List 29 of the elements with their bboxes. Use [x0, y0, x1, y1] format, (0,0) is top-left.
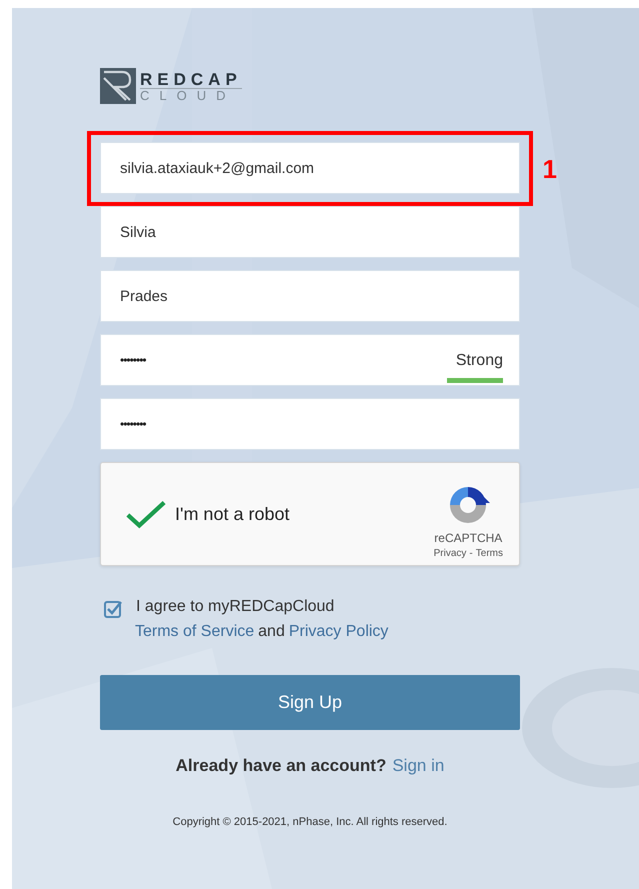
input-field[interactable]: Silvia [100, 206, 520, 258]
password-field[interactable]: •••••••• Strong [100, 334, 520, 386]
terms-of-service-link[interactable]: Terms of Service [135, 623, 254, 641]
input-field[interactable]: silvia.ataxiauk+2@gmail.com [100, 142, 520, 194]
field-value: •••••••• [120, 353, 146, 367]
password-field[interactable]: •••••••• [100, 398, 520, 450]
copyright-text: Copyright © 2015-2021, nPhase, Inc. All rights reserved. [172, 816, 448, 828]
logo-subtitle: CLOUD [140, 88, 237, 102]
separator: - [469, 548, 473, 559]
account-question: Already have an account? [176, 756, 386, 776]
sign-up-button[interactable]: Sign Up [100, 675, 520, 730]
field-value: Prades [120, 288, 168, 304]
strength-label: Strong [456, 352, 503, 370]
captcha-label: I'm not a robot [175, 504, 290, 524]
conjunction-text: and [258, 623, 285, 641]
field-value: •••••••• [120, 417, 146, 431]
terms-link[interactable]: Terms [476, 548, 503, 559]
privacy-policy-link[interactable]: Privacy Policy [288, 623, 388, 641]
field-value: Silvia [120, 224, 156, 240]
annotation-number: 1 [542, 154, 557, 185]
privacy-link[interactable]: Privacy [434, 548, 466, 559]
recaptcha-brand: reCAPTCHA [434, 531, 502, 545]
agreement-text: I agree to myREDCapCloud [136, 598, 336, 616]
captcha-checkbox[interactable] [125, 499, 167, 529]
input-field[interactable]: Prades [100, 270, 520, 322]
field-value: silvia.ataxiauk+2@gmail.com [120, 160, 314, 176]
logo-icon [100, 68, 136, 104]
logo-wordmark: REDCAP [140, 70, 242, 88]
agree-checkbox[interactable] [104, 600, 122, 618]
